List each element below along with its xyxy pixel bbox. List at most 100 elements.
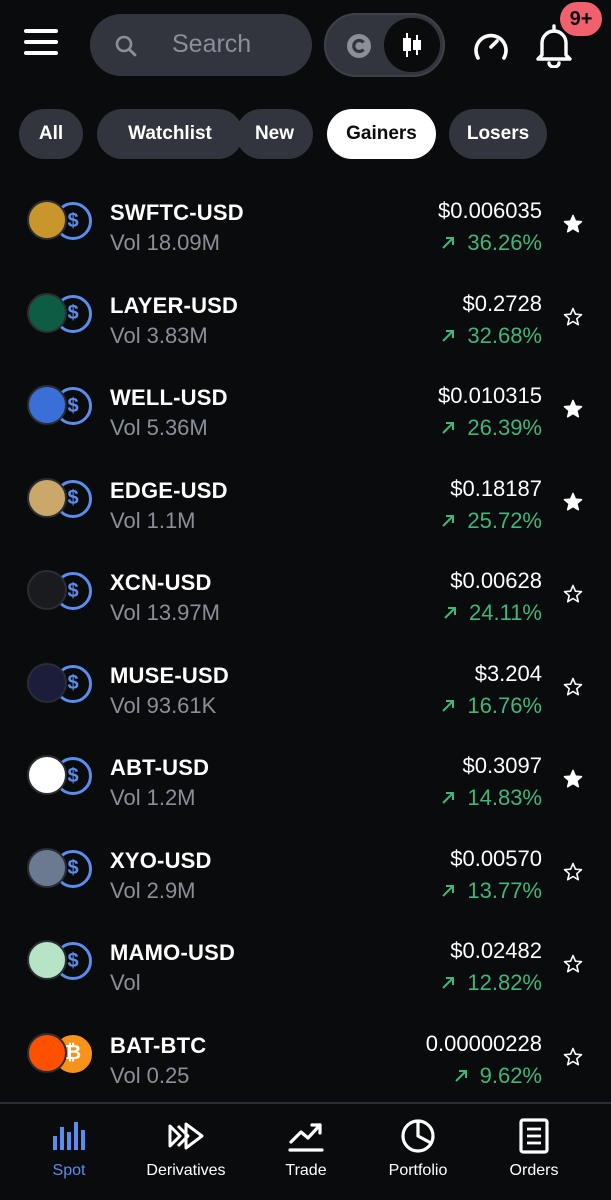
top-bar: Search 9+ [0,0,611,92]
coin-icon [27,662,67,703]
price-change: 26.39% [441,415,542,441]
menu-icon[interactable] [24,26,66,64]
gauge-icon[interactable] [472,28,510,62]
tab-all[interactable]: All [19,109,83,159]
volume-label: Vol [110,415,141,440]
change-value: 36.26% [467,230,542,255]
price-change: 16.76% [441,693,542,719]
volume-value: 1.1M [146,507,196,533]
star-icon[interactable] [563,584,583,604]
price: 0.00000228 [425,1030,542,1056]
pair-name: BAT-BTC [110,1032,207,1058]
volume-label: Vol [110,1062,141,1088]
volume-value: 0.25 [146,1062,190,1088]
toggle-knob[interactable] [384,18,440,72]
price-change: 9.62% [454,1063,542,1089]
market-row[interactable]: $ XCN-USD Vol 13.97M $0.00628 24.11% [0,548,611,640]
coin-icon [27,385,67,425]
volume-value: 13.97M [146,600,220,625]
price: $0.006035 [438,198,542,223]
arrow-up-right-icon [444,607,457,619]
star-icon[interactable] [563,399,583,419]
price-change: 36.26% [441,230,542,256]
tab-losers[interactable]: Losers [449,109,547,159]
market-row[interactable]: $ SWFTC-USD Vol 18.09M $0.006035 36.26% [0,178,611,270]
nav-trade[interactable]: Trade [266,1104,346,1200]
nav-label-portfolio: Portfolio [388,1162,448,1179]
market-row[interactable]: $ ABT-USD Vol 1.2M $0.3097 14.83% [0,733,611,825]
pair-name: SWFTC-USD [110,200,244,225]
change-value: 26.39% [467,415,542,440]
volume: Vol 93.61K [110,693,216,719]
market-row[interactable]: $ MUSE-USD Vol 93.61K $3.204 16.76% [0,641,611,733]
star-icon[interactable] [563,862,583,882]
star-icon[interactable] [563,492,583,512]
market-row[interactable]: ₿ BAT-BTC Vol 0.25 0.00000228 9.62% [0,1011,611,1103]
pair-icon: $ [27,200,93,242]
nav-portfolio[interactable]: Portfolio [376,1104,460,1200]
price: $3.204 [474,660,542,686]
coin-icon [27,1032,67,1073]
change-value: 13.77% [467,877,542,903]
pair-name: EDGE-USD [110,477,228,503]
nav-orders[interactable]: Orders [496,1104,572,1200]
tab-gainers[interactable]: Gainers [327,109,436,159]
change-value: 25.72% [467,507,542,533]
star-icon[interactable] [563,1047,583,1067]
bar-chart-icon [53,1122,85,1150]
pair-icon: $ [27,477,93,520]
change-value: 12.82% [467,970,542,995]
star-icon[interactable] [563,677,583,697]
arrow-up-right-icon [442,699,455,712]
volume-value: 2.9M [146,877,196,903]
pair-icon: $ [27,847,93,890]
nav-label-orders: Orders [509,1162,559,1179]
volume-label: Vol [110,230,141,255]
change-value: 32.68% [467,322,542,348]
price-change: 32.68% [441,323,542,349]
price: $0.00570 [450,845,542,871]
arrow-up-right-icon [442,884,455,897]
view-toggle[interactable] [324,13,445,77]
volume: Vol [110,970,147,996]
market-row[interactable]: $ XYO-USD Vol 2.9M $0.00570 13.77% [0,826,611,918]
pair-name: LAYER-USD [110,292,239,318]
volume-value: 18.09M [146,230,220,255]
search-icon [115,35,137,57]
change-value: 24.11% [469,600,542,625]
market-row[interactable]: $ WELL-USD Vol 5.36M $0.010315 26.39% [0,363,611,455]
star-icon[interactable] [563,954,583,974]
market-row[interactable]: $ MAMO-USD Vol $0.02482 12.82% [0,918,611,1010]
search-input[interactable]: Search [90,14,312,76]
volume-label: Vol [110,785,141,810]
trend-up-icon [288,1123,324,1152]
nav-derivatives[interactable]: Derivatives [136,1104,236,1200]
tab-watchlist[interactable]: Watchlist [97,109,243,159]
pair-icon: $ [27,385,93,427]
star-icon[interactable] [563,214,583,234]
coin-icon [27,292,67,333]
arrow-up-right-icon [454,1069,467,1082]
coin-icon [27,755,67,795]
pie-chart-icon [401,1119,435,1153]
bottom-navigation: Spot Derivatives Trade Portfolio Orders [0,1102,611,1200]
coin-c-icon [347,34,371,58]
pair-name: XYO-USD [110,847,212,873]
nav-label-trade: Trade [285,1162,327,1179]
nav-label-derivatives: Derivatives [146,1162,226,1179]
tab-new[interactable]: New [236,109,313,159]
star-icon[interactable] [563,769,583,789]
volume-value: 1.2M [146,785,196,810]
star-icon[interactable] [563,307,583,327]
nav-spot[interactable]: Spot [30,1104,108,1200]
market-row[interactable]: $ EDGE-USD Vol 1.1M $0.18187 25.72% [0,456,611,548]
volume: Vol 5.36M [110,415,208,441]
coin-icon [27,940,67,980]
pair-icon: $ [27,570,93,612]
arrow-up-right-icon [442,329,455,342]
volume: Vol 13.97M [110,600,220,626]
volume-label: Vol [110,600,141,625]
volume-label: Vol [110,507,141,533]
market-row[interactable]: $ LAYER-USD Vol 3.83M $0.2728 32.68% [0,271,611,363]
volume: Vol 3.83M [110,323,208,349]
